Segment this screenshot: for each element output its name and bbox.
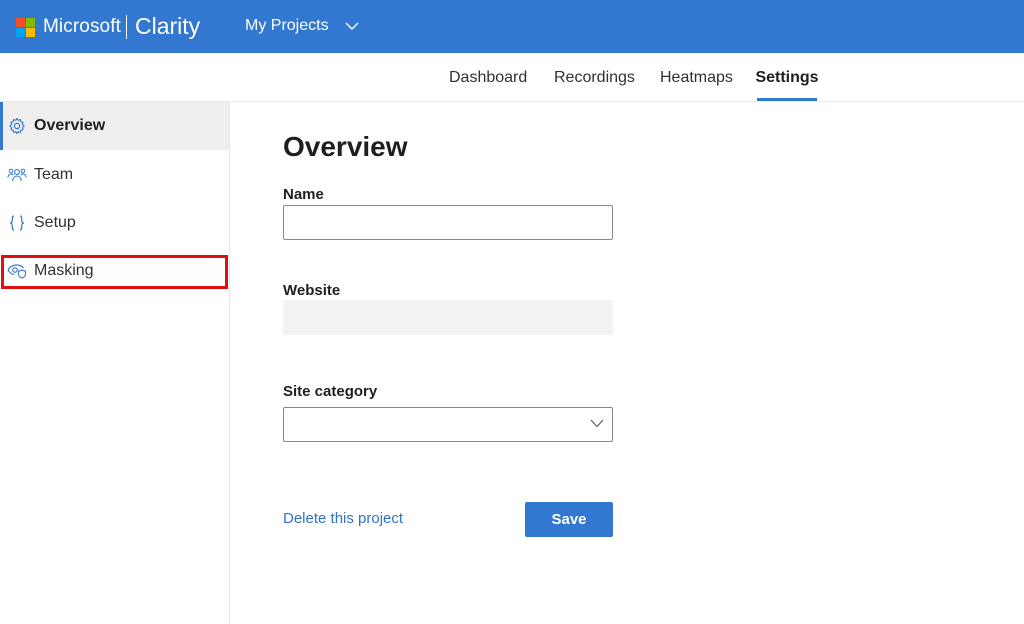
tab-bar: Dashboard Recordings Heatmaps Settings [0,53,1024,102]
sidebar-item-label: Team [34,166,74,183]
brand-microsoft: Microsoft [43,16,121,37]
chevron-down-icon [590,419,604,428]
tab-recordings[interactable]: Recordings [554,53,635,102]
website-label: Website [283,282,341,299]
sidebar-item-masking[interactable]: Masking [0,247,229,295]
sidebar-item-label: Setup [34,214,76,231]
tab-label: Heatmaps [660,68,733,86]
top-header: Microsoft Clarity My Projects [0,0,1024,53]
name-input[interactable] [283,205,613,240]
projects-dropdown[interactable]: My Projects [245,17,359,35]
delete-project-link[interactable]: Delete this project [283,510,403,527]
brand-product[interactable]: Clarity [135,13,200,40]
projects-label: My Projects [245,17,329,34]
tab-settings[interactable]: Settings [755,53,819,102]
sidebar-item-label: Masking [34,262,94,279]
tab-dashboard[interactable]: Dashboard [449,53,527,102]
gear-icon [7,116,27,136]
sidebar-item-overview[interactable]: Overview [0,102,229,150]
website-input [283,300,613,335]
team-icon [7,165,27,185]
sidebar-item-team[interactable]: Team [0,151,229,199]
sidebar-item-setup[interactable]: Setup [0,199,229,247]
microsoft-logo-icon [16,18,35,37]
sidebar: Overview Team Setup Masking [0,102,230,624]
sidebar-item-label: Overview [34,117,106,134]
brand-divider [126,15,127,39]
tab-label: Recordings [554,68,635,86]
eye-shield-icon [7,261,27,281]
chevron-down-icon [345,22,359,30]
braces-icon [7,213,27,233]
save-button[interactable]: Save [525,502,613,537]
tab-label: Settings [755,68,819,86]
name-label: Name [283,186,324,203]
tab-label: Dashboard [449,68,528,86]
site-category-label: Site category [283,383,378,400]
site-category-select[interactable] [283,407,613,442]
tab-heatmaps[interactable]: Heatmaps [660,53,733,102]
page-title: Overview [283,131,408,162]
